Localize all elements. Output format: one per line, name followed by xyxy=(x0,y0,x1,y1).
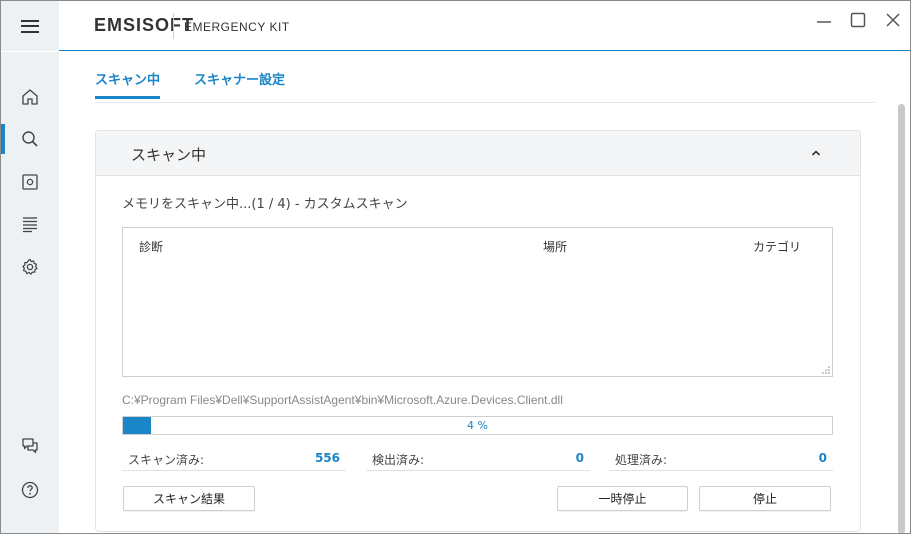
brand-logo: EMSISOFT xyxy=(94,15,195,35)
sidebar-item-help[interactable] xyxy=(1,471,59,509)
chevron-up-icon[interactable] xyxy=(808,145,824,161)
minimize-button[interactable] xyxy=(811,7,837,33)
minimize-icon xyxy=(817,21,831,23)
close-icon xyxy=(886,13,900,27)
maximize-button[interactable] xyxy=(845,7,871,33)
stat-scanned: スキャン済み: 556 xyxy=(122,447,346,471)
app-window: EMSISOFT EMERGENCY KIT スキャン中 スキャナー設定 スキャ… xyxy=(0,0,911,534)
help-icon xyxy=(21,481,39,499)
scan-card-header[interactable]: スキャン中 xyxy=(96,131,860,176)
main-content: スキャン中 スキャナー設定 スキャン中 メモリをスキャン中...(1 / 4) … xyxy=(59,52,910,533)
maximize-icon xyxy=(850,12,866,28)
stat-processed: 処理済み: 0 xyxy=(609,447,833,471)
current-file-path: C:¥Program Files¥Dell¥SupportAssistAgent… xyxy=(122,393,563,407)
settings-icon xyxy=(22,258,38,275)
progress-percent: 4 % xyxy=(467,419,488,432)
close-button[interactable] xyxy=(880,7,906,33)
stat-detected-label: 検出済み: xyxy=(372,453,425,467)
scrollbar-thumb[interactable] xyxy=(898,104,905,533)
logs-icon xyxy=(23,217,37,233)
scan-results-button[interactable]: スキャン結果 xyxy=(123,486,255,511)
stat-detected: 検出済み: 0 xyxy=(366,447,590,471)
scan-status-text: メモリをスキャン中...(1 / 4) - カスタムスキャン xyxy=(122,197,408,212)
scan-card: スキャン中 メモリをスキャン中...(1 / 4) - カスタムスキャン 診断 … xyxy=(95,130,861,532)
stop-button[interactable]: 停止 xyxy=(699,486,831,511)
sidebar-item-scan[interactable] xyxy=(1,120,59,158)
home-icon xyxy=(22,89,38,105)
results-table[interactable]: 診断 場所 カテゴリ xyxy=(122,227,833,377)
sidebar-item-quarantine[interactable] xyxy=(1,163,59,201)
menu-button[interactable] xyxy=(1,1,59,51)
column-header-diagnosis[interactable]: 診断 xyxy=(139,238,163,255)
tab-scanner-settings[interactable]: スキャナー設定 xyxy=(194,69,285,88)
card-title: スキャン中 xyxy=(131,146,207,164)
resize-grip-icon[interactable] xyxy=(822,366,830,374)
column-header-location[interactable]: 場所 xyxy=(543,238,567,255)
stat-scanned-value: 556 xyxy=(314,451,340,465)
sidebar-item-settings[interactable] xyxy=(1,248,59,286)
tab-scanning[interactable]: スキャン中 xyxy=(95,69,161,99)
vertical-scrollbar[interactable] xyxy=(895,104,907,533)
column-header-category[interactable]: カテゴリ xyxy=(753,238,801,255)
stat-detected-value: 0 xyxy=(575,451,584,465)
stat-processed-label: 処理済み: xyxy=(615,453,668,467)
hamburger-icon xyxy=(21,19,39,33)
tab-bar: スキャン中 スキャナー設定 xyxy=(95,52,875,103)
stat-processed-value: 0 xyxy=(818,451,827,465)
search-icon xyxy=(22,131,38,147)
sidebar xyxy=(1,52,59,533)
sidebar-item-home[interactable] xyxy=(1,78,59,116)
product-name: EMERGENCY KIT xyxy=(184,20,290,34)
sidebar-item-logs[interactable] xyxy=(1,205,59,243)
brand-divider xyxy=(173,13,174,39)
quarantine-icon xyxy=(22,174,38,190)
stat-scanned-label: スキャン済み: xyxy=(128,453,205,467)
sidebar-item-feedback[interactable] xyxy=(1,427,59,465)
feedback-icon xyxy=(22,438,38,454)
title-bar: EMSISOFT EMERGENCY KIT xyxy=(1,1,910,51)
pause-button[interactable]: 一時停止 xyxy=(557,486,688,511)
scan-progress-bar: 4 % xyxy=(122,416,833,435)
